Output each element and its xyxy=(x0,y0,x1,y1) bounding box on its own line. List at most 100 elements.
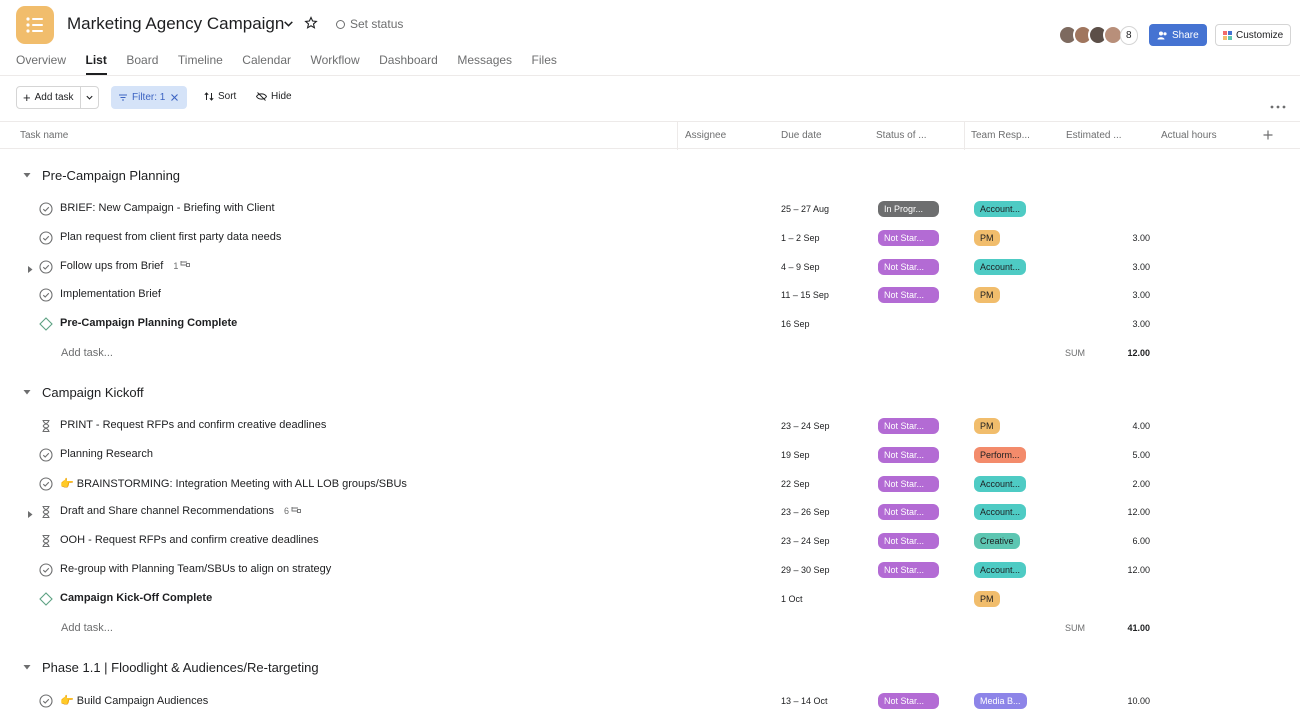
task-name[interactable]: Implementation Brief xyxy=(60,288,161,300)
add-task-main[interactable]: + Add task xyxy=(17,87,81,108)
task-row[interactable]: Implementation Brief 11 – 15 Sep Not Star.… xyxy=(0,281,1300,309)
task-row[interactable]: 👉 Build Campaign Audiences 13 – 14 Oct Not… xyxy=(0,687,1300,715)
status-badge[interactable]: Not Star... xyxy=(878,287,939,304)
task-name[interactable]: Draft and Share channel Recommendations 6 xyxy=(60,505,301,517)
tab-overview[interactable]: Overview xyxy=(16,53,66,75)
estimated-hours[interactable]: 3.00 xyxy=(1110,233,1150,243)
check-circle-icon[interactable] xyxy=(39,231,53,250)
caret-down-icon[interactable] xyxy=(22,385,32,400)
check-circle-icon[interactable] xyxy=(39,260,53,279)
team-badge[interactable]: Account... xyxy=(974,504,1027,521)
subtask-count[interactable]: 1 xyxy=(173,260,191,271)
hourglass-icon[interactable] xyxy=(39,505,53,524)
status-badge[interactable]: Not Star... xyxy=(878,418,939,434)
estimated-hours[interactable]: 10.00 xyxy=(1110,696,1150,706)
status-badge[interactable]: Not Star... xyxy=(878,562,939,578)
project-list-icon[interactable] xyxy=(16,6,54,44)
estimated-hours[interactable]: 5.00 xyxy=(1110,450,1150,460)
check-circle-icon[interactable] xyxy=(39,288,53,307)
due-date[interactable]: 19 Sep xyxy=(781,450,810,460)
tab-board[interactable]: Board xyxy=(126,53,158,75)
tab-messages[interactable]: Messages xyxy=(457,53,512,75)
check-circle-icon[interactable] xyxy=(39,448,53,467)
customize-button[interactable]: Customize xyxy=(1215,24,1292,46)
status-badge[interactable]: Not Star... xyxy=(878,446,939,463)
check-circle-icon[interactable] xyxy=(39,477,53,496)
task-row[interactable]: Re-group with Planning Team/SBUs to alig… xyxy=(0,556,1300,584)
task-row[interactable]: Plan request from client first party dat… xyxy=(0,224,1300,252)
due-date[interactable]: 1 Oct xyxy=(781,594,803,604)
check-circle-icon[interactable] xyxy=(39,563,53,582)
caret-down-icon[interactable] xyxy=(22,660,32,675)
hide-button[interactable]: Hide xyxy=(256,91,292,102)
due-date[interactable]: 23 – 24 Sep xyxy=(781,536,830,546)
task-name[interactable]: PRINT - Request RFPs and confirm creativ… xyxy=(60,419,326,431)
estimated-hours[interactable]: 12.00 xyxy=(1110,507,1150,517)
task-name[interactable]: OOH - Request RFPs and confirm creative … xyxy=(60,534,319,546)
due-date[interactable]: 11 – 15 Sep xyxy=(781,290,829,300)
due-date[interactable]: 23 – 26 Sep xyxy=(781,507,830,517)
column-header-actual-hours[interactable]: Actual hours xyxy=(1161,130,1217,141)
task-row[interactable]: Campaign Kick-Off Complete 1 Oct PM xyxy=(0,585,1300,613)
estimated-hours[interactable]: 3.00 xyxy=(1110,319,1150,329)
task-name[interactable]: BRIEF: New Campaign - Briefing with Clie… xyxy=(60,202,275,214)
team-badge[interactable]: Account... xyxy=(974,562,1027,578)
team-badge[interactable]: Media B... xyxy=(974,693,1027,709)
team-badge[interactable]: PM xyxy=(974,229,1000,246)
due-date[interactable]: 29 – 30 Sep xyxy=(781,565,830,575)
team-badge[interactable]: Account... xyxy=(974,201,1027,217)
expand-caret-icon[interactable] xyxy=(26,506,34,524)
close-icon[interactable] xyxy=(170,93,179,102)
task-name[interactable]: Follow ups from Brief 1 xyxy=(60,260,191,272)
status-badge[interactable]: Not Star... xyxy=(878,504,939,521)
star-icon[interactable] xyxy=(304,16,318,35)
task-row[interactable]: Pre-Campaign Planning Complete 16 Sep 3.00 xyxy=(0,310,1300,338)
due-date[interactable]: 4 – 9 Sep xyxy=(781,262,820,272)
caret-down-icon[interactable] xyxy=(22,168,32,183)
add-task-link[interactable]: Add task... xyxy=(61,622,113,634)
column-header-task-name[interactable]: Task name xyxy=(20,130,68,141)
hourglass-icon[interactable] xyxy=(39,534,53,553)
status-badge[interactable]: Not Star... xyxy=(878,693,939,709)
project-title[interactable]: Marketing Agency Campaign xyxy=(67,14,284,34)
column-header-team[interactable]: Team Resp... xyxy=(971,130,1030,141)
filter-chip[interactable]: Filter: 1 xyxy=(111,86,188,109)
add-task-button[interactable]: + Add task xyxy=(16,86,99,109)
status-badge[interactable]: In Progr... xyxy=(878,201,939,217)
tab-workflow[interactable]: Workflow xyxy=(311,53,360,75)
status-badge[interactable]: Not Star... xyxy=(878,258,939,275)
tab-files[interactable]: Files xyxy=(532,53,557,75)
team-badge[interactable]: PM xyxy=(974,287,1000,304)
subtask-count[interactable]: 6 xyxy=(284,506,301,517)
more-options-icon[interactable] xyxy=(1270,96,1286,114)
status-badge[interactable]: Not Star... xyxy=(878,475,939,492)
team-badge[interactable]: PM xyxy=(974,418,1000,434)
column-header-status[interactable]: Status of ... xyxy=(876,130,927,141)
share-button[interactable]: Share xyxy=(1149,24,1207,46)
due-date[interactable]: 23 – 24 Sep xyxy=(781,421,830,431)
due-date[interactable]: 13 – 14 Oct xyxy=(781,696,828,706)
check-circle-icon[interactable] xyxy=(39,694,53,713)
task-row[interactable]: Draft and Share channel Recommendations 6… xyxy=(0,498,1300,526)
due-date[interactable]: 16 Sep xyxy=(781,319,810,329)
member-avatars[interactable]: 8 xyxy=(1058,25,1138,45)
status-badge[interactable]: Not Star... xyxy=(878,533,939,550)
estimated-hours[interactable]: 6.00 xyxy=(1110,536,1150,546)
team-badge[interactable]: Account... xyxy=(974,258,1027,275)
milestone-diamond-icon[interactable] xyxy=(39,592,53,611)
section-header[interactable]: Pre-Campaign Planning xyxy=(22,168,180,183)
hourglass-icon[interactable] xyxy=(39,419,53,438)
tab-calendar[interactable]: Calendar xyxy=(242,53,291,75)
task-row[interactable]: BRIEF: New Campaign - Briefing with Clie… xyxy=(0,195,1300,223)
set-status-button[interactable]: Set status xyxy=(336,17,403,31)
estimated-hours[interactable]: 3.00 xyxy=(1110,290,1150,300)
task-row[interactable]: Follow ups from Brief 1 4 – 9 Sep Not Star.… xyxy=(0,253,1300,281)
team-badge[interactable]: Account... xyxy=(974,475,1027,492)
column-header-due-date[interactable]: Due date xyxy=(781,130,822,141)
due-date[interactable]: 25 – 27 Aug xyxy=(781,204,829,214)
sort-button[interactable]: Sort xyxy=(204,91,236,102)
column-header-estimated[interactable]: Estimated ... xyxy=(1066,130,1122,141)
task-name[interactable]: Re-group with Planning Team/SBUs to alig… xyxy=(60,563,331,575)
milestone-diamond-icon[interactable] xyxy=(39,317,53,336)
task-row[interactable]: 👉 BRAINSTORMING: Integration Meeting wit… xyxy=(0,470,1300,498)
